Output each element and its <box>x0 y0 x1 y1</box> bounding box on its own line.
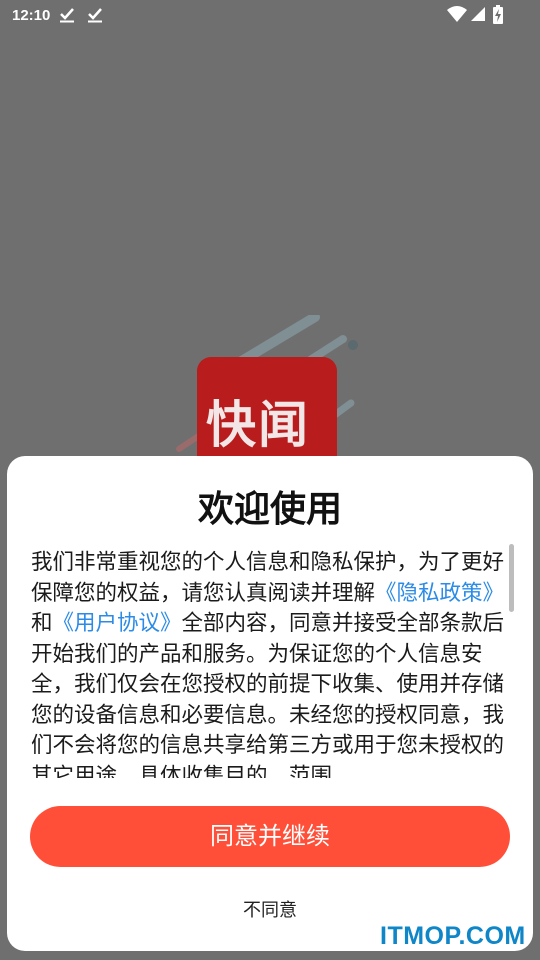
body-text-rest: 全部内容，同意并接受全部条款后开始我们的产品和服务。为保证您的个人信息安全，我们… <box>31 611 505 778</box>
status-time: 12:10 <box>12 7 51 24</box>
check-icon <box>60 8 74 23</box>
site-watermark: ITMOP.COM <box>380 922 526 950</box>
dialog-body[interactable]: 我们非常重视您的个人信息和隐私保护，为了更好保障您的权益，请您认真阅读并理解《隐… <box>31 548 505 778</box>
privacy-policy-link[interactable]: 《隐私政策》 <box>375 581 504 606</box>
privacy-dialog: 欢迎使用 我们非常重视您的个人信息和隐私保护，为了更好保障您的权益，请您认真阅读… <box>7 456 533 951</box>
logo-text: 快闻 <box>206 396 310 454</box>
battery-icon <box>493 5 503 24</box>
disagree-button[interactable]: 不同意 <box>7 896 533 922</box>
dialog-title: 欢迎使用 <box>197 489 342 530</box>
dialog-scrollbar[interactable] <box>509 544 514 612</box>
wifi-icon <box>447 6 467 22</box>
agree-continue-button[interactable]: 同意并继续 <box>30 806 510 867</box>
body-text-conjunction: 和 <box>31 611 53 636</box>
status-bar: 12:10 <box>0 0 540 32</box>
user-agreement-link[interactable]: 《用户协议》 <box>53 611 182 636</box>
check-icon <box>88 8 102 23</box>
signal-icon <box>471 7 485 21</box>
